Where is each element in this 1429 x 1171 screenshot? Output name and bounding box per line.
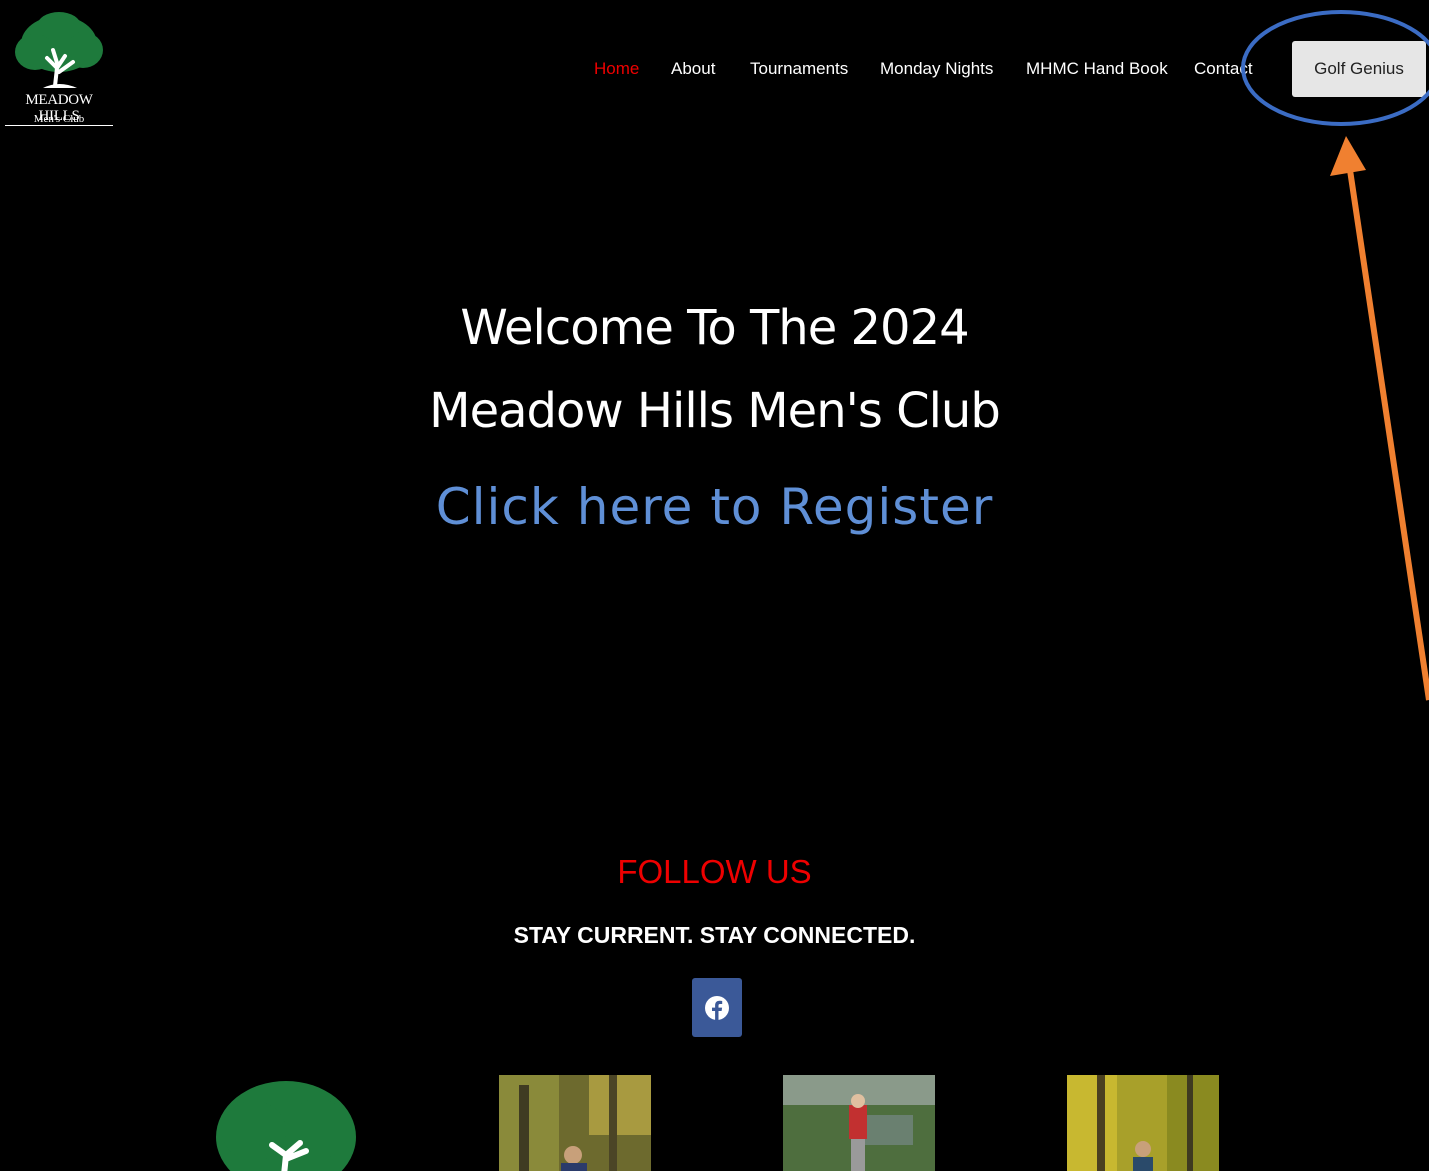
logo-subtitle: Men's Club [33,113,85,125]
golf-genius-button[interactable]: Golf Genius [1292,41,1426,97]
follow-us-heading: FOLLOW US [617,853,812,890]
hero-heading-line1: Welcome To The 2024 [460,300,969,356]
facebook-icon [705,996,729,1021]
facebook-button[interactable] [692,978,742,1037]
annotation-arrow-head [1330,136,1366,176]
gallery-photo-2[interactable] [783,1075,935,1171]
nav-item-tournaments[interactable]: Tournaments [750,57,848,81]
hero-heading-line2: Meadow Hills Men's Club [429,383,1001,439]
nav-item-contact[interactable]: Contact [1194,57,1253,81]
site-logo[interactable]: MEADOW HILLS Men's Club [5,10,113,128]
nav-item-home[interactable]: Home [594,57,639,81]
gallery-photo-3[interactable] [1067,1075,1219,1171]
gallery-photo-1[interactable] [499,1075,651,1171]
nav-item-monday-nights[interactable]: Monday Nights [880,57,993,81]
follow-us-subheading: STAY CURRENT. STAY CONNECTED. [513,922,916,948]
nav-item-hand-book[interactable]: MHMC Hand Book [1026,57,1168,81]
gallery-logo-image [214,1075,359,1171]
register-link[interactable]: Click here to Register [0,478,1429,536]
tree-logo-icon [15,12,103,88]
nav-item-about[interactable]: About [671,57,715,81]
